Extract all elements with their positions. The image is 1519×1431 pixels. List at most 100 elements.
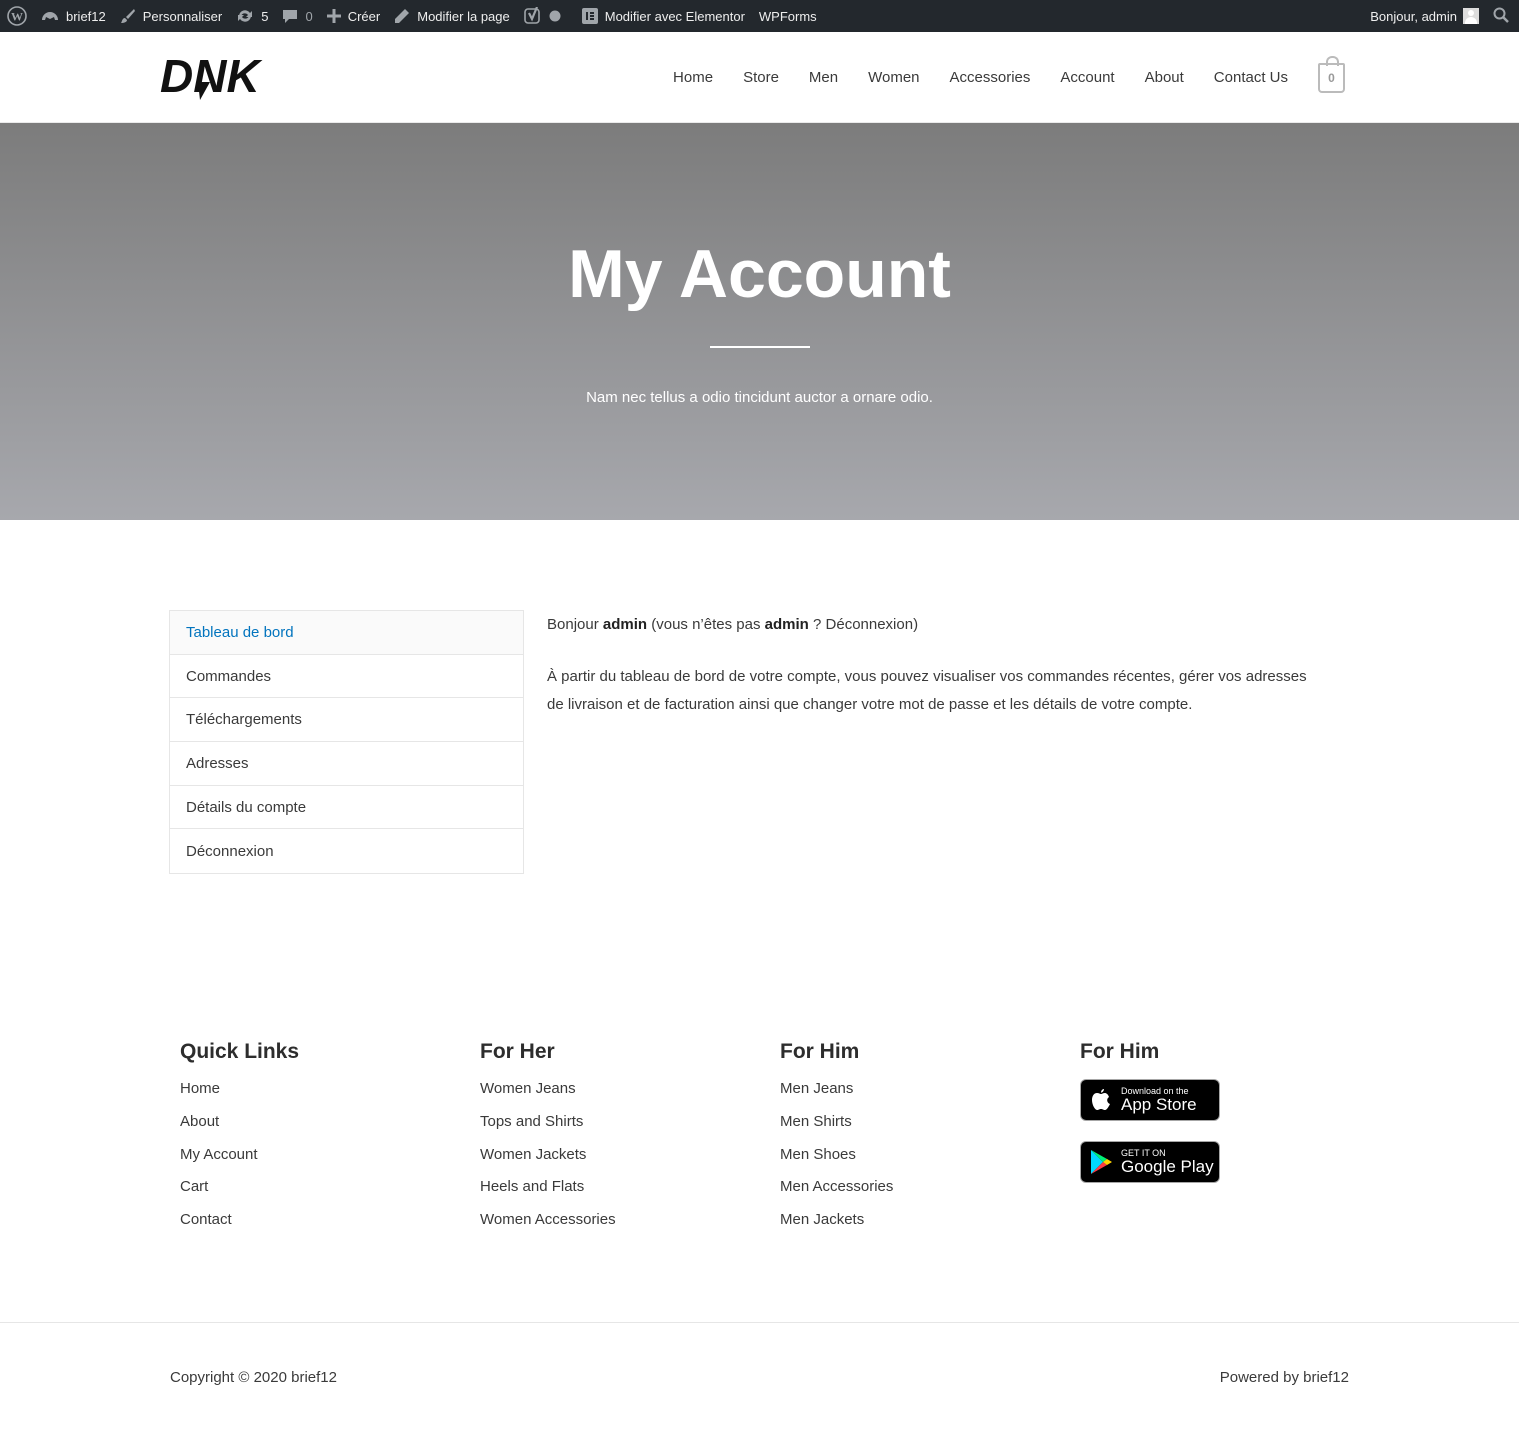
avatar [1463,8,1479,24]
admin-bar-customize[interactable]: Personnaliser [113,0,230,32]
footer-col-title: For Him [780,1040,860,1063]
footer-link-women-jackets[interactable]: Women Jackets [480,1146,586,1163]
elementor-icon [581,8,598,24]
greeting-paragraph: Bonjour admin (vous n’êtes pas admin ? D… [547,611,1317,639]
nav-account[interactable]: Account [1060,69,1114,86]
footer-link-heels-flats[interactable]: Heels and Flats [480,1178,584,1195]
admin-bar-comments[interactable]: 0 [275,0,319,32]
app-store-badge[interactable]: Download on the App Store [1080,1079,1220,1121]
recent-orders-link[interactable]: commandes récentes [1027,668,1170,685]
greeting-logout-link[interactable]: Déconnexion [826,616,914,633]
footer-link-women-accessories[interactable]: Women Accessories [480,1211,616,1228]
intro-text-1: À partir du tableau de bord de votre com… [547,668,1024,685]
comment-icon [282,8,298,24]
intro-text-4: . [1188,696,1193,713]
dashboard-icon [41,8,59,24]
footer-link-men-jackets[interactable]: Men Jackets [780,1211,864,1228]
elementor-label: Modifier avec Elementor [604,8,745,24]
admin-bar-search[interactable] [1486,0,1519,32]
footer-link-men-shirts[interactable]: Men Shirts [780,1113,852,1130]
nav-store[interactable]: Store [743,69,779,86]
footer-link-men-jeans[interactable]: Men Jeans [780,1080,853,1097]
account-details-link[interactable]: changer votre mot de passe et les détail… [803,696,1188,713]
admin-bar-updates[interactable]: 5 [229,0,275,32]
footer-link-women-jeans[interactable]: Women Jeans [480,1080,576,1097]
admin-greeting: Bonjour, admin [1370,8,1457,24]
page-title: My Account [568,236,951,312]
admin-bar-elementor[interactable]: Modifier avec Elementor [575,0,752,32]
title-divider [710,346,810,348]
account-nav-details[interactable]: Détails du compte [170,786,523,830]
greeting-question: ? [813,616,822,633]
intro-paragraph: À partir du tableau de bord de votre com… [547,663,1317,719]
nav-home[interactable]: Home [673,69,713,86]
greeting-hello: Bonjour [547,616,599,633]
account-nav-addresses[interactable]: Adresses [170,742,523,786]
pencil-icon [394,8,410,24]
account-nav-downloads[interactable]: Téléchargements [170,698,523,743]
footer-link-my-account[interactable]: My Account [180,1146,258,1163]
nav-about[interactable]: About [1145,69,1184,86]
hero-banner: My Account Nam nec tellus a odio tincidu… [0,123,1519,520]
greeting-close: ) [913,616,919,633]
greeting-not-you: (vous n’êtes pas [651,616,761,633]
footer-col-title: For Him [1080,1040,1160,1063]
admin-bar-new[interactable]: Créer [320,0,388,32]
nav-accessories[interactable]: Accessories [950,69,1031,86]
customize-label: Personnaliser [142,8,223,24]
account-nav-orders[interactable]: Commandes [170,655,523,699]
account-content: Bonjour admin (vous n’êtes pas admin ? D… [547,611,1317,743]
account-nav-dashboard[interactable]: Tableau de bord [170,611,523,655]
footer-link-home[interactable]: Home [180,1080,220,1097]
nav-men[interactable]: Men [809,69,838,86]
plus-icon [326,9,341,23]
new-label: Créer [347,8,381,24]
site-name: brief12 [66,8,106,24]
footer-col-title: Quick Links [180,1040,300,1063]
intro-text-3: ainsi que [738,696,799,713]
status-dot-icon [549,10,561,22]
site-logo[interactable]: DNK [160,50,278,102]
nav-women[interactable]: Women [868,69,919,86]
powered-by-text: Powered by brief12 [1219,1369,1349,1386]
account-nav-logout[interactable]: Déconnexion [170,829,523,873]
footer-link-tops-shirts[interactable]: Tops and Shirts [480,1113,583,1130]
footer-apps: For Him Download on the App Store GET IT… [1080,1040,1220,1203]
admin-bar-wpforms[interactable]: WPForms [752,0,824,32]
google-play-badge[interactable]: GET IT ON Google Play [1080,1141,1220,1183]
edit-page-label: Modifier la page [417,8,510,24]
copyright-text: Copyright © 2020 brief12 [170,1369,337,1386]
admin-bar-edit-page[interactable]: Modifier la page [387,0,517,32]
google-play-big: Google Play [1121,1157,1214,1176]
hero-subtitle: Nam nec tellus a odio tincidunt auctor a… [586,389,933,406]
logo-text: DNK [160,52,262,102]
nav-contact[interactable]: Contact Us [1214,69,1288,86]
cart-button[interactable]: 0 [1318,55,1345,93]
admin-bar-site[interactable]: brief12 [34,0,113,32]
greeting-user-2: admin [764,616,809,633]
admin-bar-yoast[interactable] [517,0,575,32]
comments-count: 0 [305,8,313,24]
greeting-user: admin [602,616,648,633]
footer-link-men-accessories[interactable]: Men Accessories [780,1178,893,1195]
footer-bar: Copyright © 2020 brief12 Powered by brie… [0,1322,1519,1431]
admin-bar-account[interactable]: Bonjour, admin [1363,0,1486,32]
app-store-big: App Store [1121,1095,1197,1114]
footer-link-about[interactable]: About [180,1113,219,1130]
wpforms-label: WPForms [758,8,817,24]
admin-bar: W brief12 Personnaliser 5 0 Créer Modifi… [0,0,1519,32]
footer-link-contact[interactable]: Contact [180,1211,232,1228]
wordpress-logo-icon[interactable]: W [0,0,34,32]
search-icon [1493,7,1509,26]
footer-link-men-shoes[interactable]: Men Shoes [780,1146,856,1163]
footer-for-him: For Him Men Jeans Men Shirts Men Shoes M… [780,1040,893,1243]
account-navigation: Tableau de bord Commandes Téléchargement… [169,610,524,875]
apple-icon [1081,1088,1121,1112]
svg-text:W: W [11,10,23,24]
footer-link-cart[interactable]: Cart [180,1178,208,1195]
updates-icon [236,8,254,24]
footer-quick-links: Quick Links Home About My Account Cart C… [180,1040,299,1243]
cart-count: 0 [1328,70,1335,85]
intro-text-2: , gérer vos [1170,668,1242,685]
brush-icon [120,8,136,24]
